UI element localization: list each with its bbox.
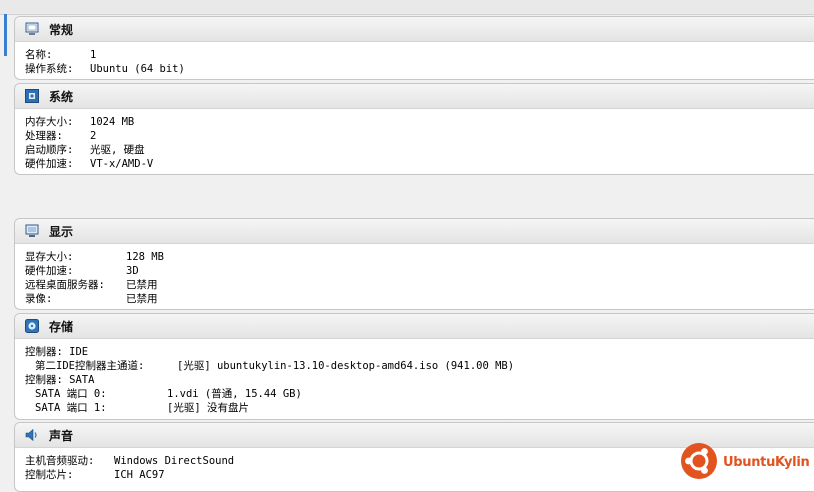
label: 显存大小: bbox=[25, 251, 74, 263]
value: 2 bbox=[90, 130, 97, 142]
ubuntukylin-watermark: UbuntuKylin bbox=[680, 442, 812, 482]
value: ICH AC97 bbox=[114, 469, 165, 481]
value: 3D bbox=[126, 265, 139, 277]
row-processor: 处理器: 2 bbox=[25, 129, 814, 143]
label: 主机音频驱动: bbox=[25, 455, 95, 467]
row-ide-channel: 第二IDE控制器主通道: [光驱] ubuntukylin-13.10-deskt… bbox=[25, 359, 814, 373]
value: 控制器: IDE bbox=[25, 346, 89, 358]
row-remote-desktop: 远程桌面服务器: 已禁用 bbox=[25, 278, 814, 292]
label: SATA 端口 0: bbox=[35, 388, 107, 400]
section-system-title: 系统 bbox=[49, 89, 74, 104]
value: 1 bbox=[90, 49, 97, 61]
label: 名称: bbox=[25, 49, 53, 61]
value: [光驱] 没有盘片 bbox=[167, 402, 249, 414]
row-os: 操作系统: Ubuntu (64 bit) bbox=[25, 62, 814, 76]
label: 控制芯片: bbox=[25, 469, 74, 481]
label: 硬件加速: bbox=[25, 158, 74, 170]
section-display: 显示 显存大小: 128 MB 硬件加速: 3D 远程桌面服务器: 已禁用 录像: 已禁… bbox=[14, 218, 814, 310]
value: 128 MB bbox=[126, 251, 164, 263]
selection-indicator bbox=[4, 14, 7, 56]
storage-icon bbox=[25, 319, 39, 333]
section-general-title: 常规 bbox=[49, 22, 74, 37]
row-sata-port-1: SATA 端口 1: [光驱] 没有盘片 bbox=[25, 401, 814, 415]
section-general-header[interactable]: 常规 bbox=[15, 17, 814, 42]
label: 操作系统: bbox=[25, 63, 74, 75]
value: Ubuntu (64 bit) bbox=[90, 63, 185, 75]
row-boot-order: 启动顺序: 光驱, 硬盘 bbox=[25, 143, 814, 157]
section-storage-header[interactable]: 存储 bbox=[15, 314, 814, 339]
row-sata-port-0: SATA 端口 0: 1.vdi (普通, 15.44 GB) bbox=[25, 387, 814, 401]
row-vram: 显存大小: 128 MB bbox=[25, 250, 814, 264]
speaker-icon bbox=[25, 428, 39, 442]
section-display-header[interactable]: 显示 bbox=[15, 219, 814, 244]
row-memory: 内存大小: 1024 MB bbox=[25, 115, 814, 129]
value: [光驱] ubuntukylin-13.10-desktop-amd64.iso… bbox=[177, 360, 515, 372]
section-storage: 存储 控制器: IDE 第二IDE控制器主通道: [光驱] ubuntukylin… bbox=[14, 313, 814, 420]
row-name: 名称: 1 bbox=[25, 48, 814, 62]
section-general: 常规 名称: 1 操作系统: Ubuntu (64 bit) bbox=[14, 16, 814, 80]
row-recording: 录像: 已禁用 bbox=[25, 292, 814, 306]
monitor-icon bbox=[25, 22, 39, 36]
section-storage-title: 存储 bbox=[49, 319, 74, 334]
empty-area bbox=[14, 176, 814, 216]
value: Windows DirectSound bbox=[114, 455, 235, 467]
ubuntukylin-logo-icon bbox=[680, 442, 718, 483]
section-system-header[interactable]: 系统 bbox=[15, 84, 814, 109]
label: 远程桌面服务器: bbox=[25, 279, 105, 291]
label: 处理器: bbox=[25, 130, 63, 142]
label: 内存大小: bbox=[25, 116, 74, 128]
value: 光驱, 硬盘 bbox=[90, 144, 145, 156]
section-display-title: 显示 bbox=[49, 224, 74, 239]
label: SATA 端口 1: bbox=[35, 402, 107, 414]
row-controller-ide: 控制器: IDE bbox=[25, 345, 814, 359]
top-band bbox=[0, 0, 814, 15]
label: 录像: bbox=[25, 293, 53, 305]
chip-icon bbox=[25, 89, 39, 103]
value: 1024 MB bbox=[90, 116, 135, 128]
label: 硬件加速: bbox=[25, 265, 74, 277]
value: VT-x/AMD-V bbox=[90, 158, 154, 170]
row-acceleration: 硬件加速: VT-x/AMD-V bbox=[25, 157, 814, 171]
value: 已禁用 bbox=[126, 293, 158, 305]
section-audio-title: 声音 bbox=[49, 428, 74, 443]
row-3d: 硬件加速: 3D bbox=[25, 264, 814, 278]
label: 第二IDE控制器主通道: bbox=[35, 360, 145, 372]
row-controller-sata: 控制器: SATA bbox=[25, 373, 814, 387]
display-icon bbox=[25, 224, 39, 238]
value: 1.vdi (普通, 15.44 GB) bbox=[167, 388, 302, 400]
section-system: 系统 内存大小: 1024 MB 处理器: 2 启动顺序: 光驱, 硬盘 硬件加速: V… bbox=[14, 83, 814, 175]
label: 启动顺序: bbox=[25, 144, 74, 156]
value: 控制器: SATA bbox=[25, 374, 95, 386]
watermark-text: UbuntuKylin bbox=[723, 454, 810, 470]
value: 已禁用 bbox=[126, 279, 158, 291]
